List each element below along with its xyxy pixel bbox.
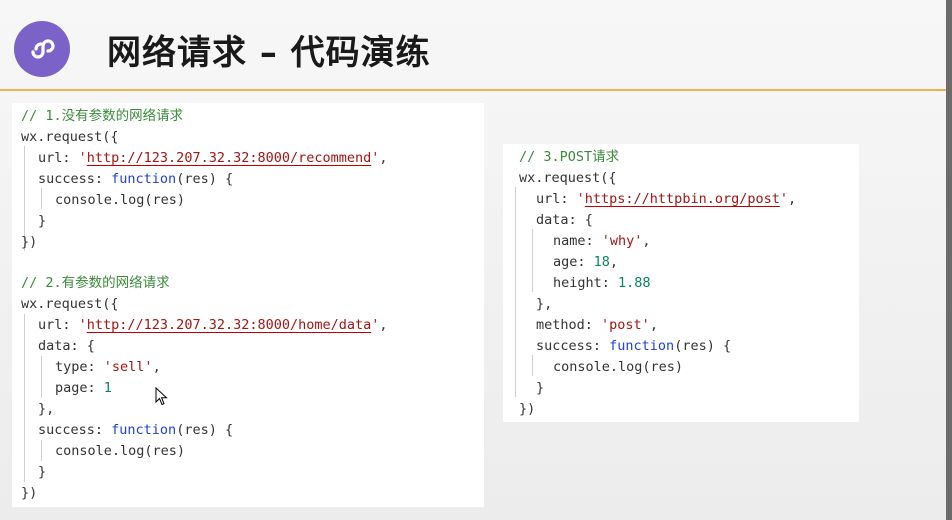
indent-guide <box>532 355 533 376</box>
indent-guide <box>24 314 25 482</box>
slide-title: 网络请求 – 代码演练 <box>107 33 431 73</box>
code-line: } <box>38 464 47 480</box>
code-line: wx.request({ <box>21 129 119 145</box>
window-edge <box>946 0 952 520</box>
code-line: console.log(res) <box>55 192 186 208</box>
code-line: method: 'post', <box>536 317 658 333</box>
request-url: http://123.207.32.32:8000/recommend <box>86 150 372 166</box>
code-line: height: 1.88 <box>553 275 651 291</box>
title-underline-rule <box>0 89 952 91</box>
code-line: wx.request({ <box>519 170 617 186</box>
code-line: name: 'why', <box>553 233 651 249</box>
mouse-cursor-icon <box>155 387 168 406</box>
code-line: data: { <box>536 212 593 228</box>
code-comment: // 2.有参数的网络请求 <box>21 275 170 291</box>
code-line: page: 1 <box>55 380 112 396</box>
code-line: } <box>536 380 545 396</box>
code-line: console.log(res) <box>553 359 684 375</box>
code-line: }) <box>519 401 536 417</box>
indent-guide <box>515 187 516 397</box>
indent-guide <box>41 356 42 398</box>
code-line: console.log(res) <box>55 443 186 459</box>
code-line: } <box>38 213 47 229</box>
mini-program-logo <box>14 21 70 77</box>
code-line: success: function(res) { <box>38 422 234 438</box>
presentation-slide: 网络请求 – 代码演练 // 1.没有参数的网络请求 wx.request({ … <box>0 0 952 520</box>
code-block-post-request: // 3.POST请求 wx.request({ url: 'https://h… <box>503 144 859 422</box>
code-line: wx.request({ <box>21 296 119 312</box>
code-line: type: 'sell', <box>55 359 161 375</box>
indent-guide <box>41 440 42 461</box>
code-line-url: url: 'https://httpbin.org/post', <box>536 191 797 207</box>
indent-guide <box>532 229 533 292</box>
code-block-get-requests: // 1.没有参数的网络请求 wx.request({ url: 'http:/… <box>12 103 484 507</box>
code-line: age: 18, <box>553 254 619 270</box>
code-line: }) <box>21 234 38 250</box>
code-line: }) <box>21 485 38 501</box>
request-url: https://httpbin.org/post <box>584 191 780 207</box>
code-line: }, <box>38 401 55 417</box>
request-url: http://123.207.32.32:8000/home/data <box>86 317 372 333</box>
code-comment: // 3.POST请求 <box>519 149 620 165</box>
code-line: data: { <box>38 338 95 354</box>
code-line: success: function(res) { <box>536 338 732 354</box>
code-comment: // 1.没有参数的网络请求 <box>21 108 184 124</box>
code-line-url: url: 'http://123.207.32.32:8000/recommen… <box>38 150 388 166</box>
code-line-url: url: 'http://123.207.32.32:8000/home/dat… <box>38 317 388 333</box>
code-line: success: function(res) { <box>38 171 234 187</box>
indent-guide <box>41 188 42 209</box>
mini-program-icon <box>31 39 55 59</box>
code-line: }, <box>536 296 553 312</box>
